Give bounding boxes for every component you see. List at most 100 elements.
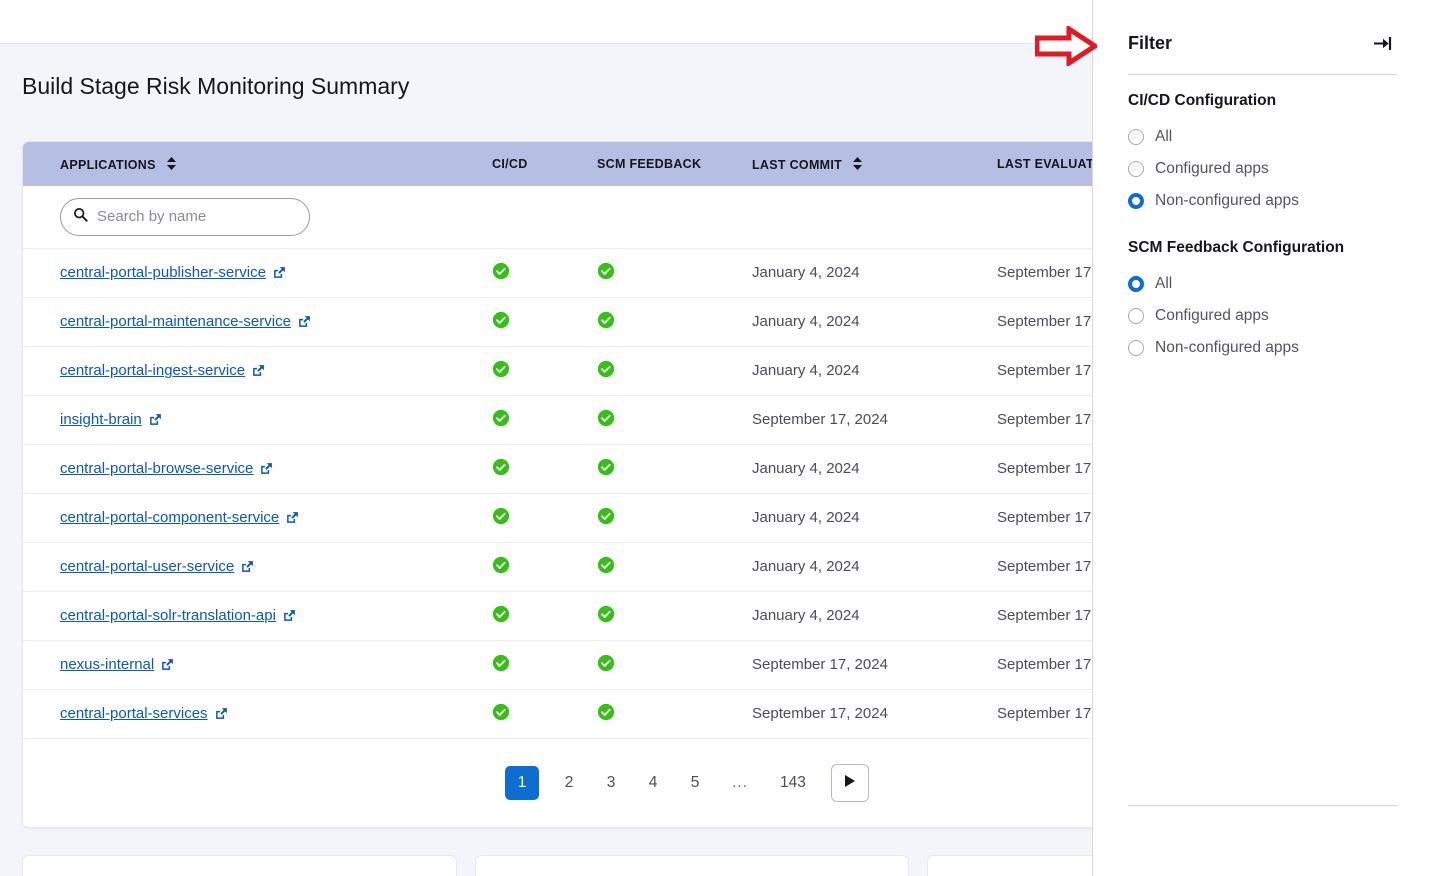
cell-application: nexus-internal bbox=[23, 640, 478, 690]
column-header-applications[interactable]: APPLICATIONS bbox=[23, 142, 478, 186]
table-row[interactable]: central-portal-user-service January 4, 2… bbox=[23, 542, 1092, 592]
external-link-icon[interactable] bbox=[241, 560, 254, 573]
pagination-page-1[interactable]: 1 bbox=[505, 765, 540, 800]
cell-last-evaluation: September 17, 2024 bbox=[983, 542, 1092, 592]
cell-last-evaluation: September 17, 2024 bbox=[983, 248, 1092, 298]
external-link-icon[interactable] bbox=[215, 707, 228, 720]
external-link-icon[interactable] bbox=[252, 364, 265, 377]
application-name: central-portal-ingest-service bbox=[60, 362, 246, 379]
external-link-icon[interactable] bbox=[298, 315, 311, 328]
collapse-panel-right-icon[interactable] bbox=[1371, 33, 1394, 54]
radio-label: All bbox=[1155, 128, 1173, 145]
table-row[interactable]: central-portal-services September 17, 20… bbox=[23, 689, 1092, 739]
column-header-last-evaluation: LAST EVALUATION bbox=[983, 142, 1092, 186]
cell-application: central-portal-user-service bbox=[23, 542, 478, 592]
radio-icon[interactable] bbox=[1128, 129, 1144, 145]
radio-icon-selected[interactable] bbox=[1128, 276, 1144, 292]
external-link-icon[interactable] bbox=[286, 511, 299, 524]
application-name: central-portal-component-service bbox=[60, 509, 280, 526]
cell-last-evaluation: September 17, 2024 bbox=[983, 689, 1092, 739]
column-header-last-commit[interactable]: LAST COMMIT bbox=[738, 142, 983, 186]
summary-card[interactable] bbox=[927, 855, 1092, 876]
pagination-page-4[interactable]: 4 bbox=[641, 766, 665, 800]
check-circle-icon bbox=[492, 703, 510, 721]
cell-scm-feedback-status bbox=[583, 297, 738, 347]
summary-card[interactable] bbox=[474, 855, 910, 876]
filter-section-scm-feedback: SCM Feedback Configuration All Configure… bbox=[1093, 239, 1432, 364]
application-link[interactable]: insight-brain bbox=[60, 411, 162, 428]
cell-cicd-status bbox=[478, 493, 583, 543]
pagination-page-2[interactable]: 2 bbox=[557, 766, 581, 800]
pagination-page-3[interactable]: 3 bbox=[599, 766, 623, 800]
table-row[interactable]: central-portal-solr-translation-api Janu… bbox=[23, 591, 1092, 641]
application-name: central-portal-publisher-service bbox=[60, 264, 266, 281]
table-row[interactable]: nexus-internal September 17, 2024 Septem… bbox=[23, 640, 1092, 690]
search-box[interactable] bbox=[60, 197, 310, 236]
application-link[interactable]: central-portal-ingest-service bbox=[60, 362, 265, 379]
application-link[interactable]: nexus-internal bbox=[60, 656, 174, 673]
pagination-page-143[interactable]: 143 bbox=[773, 766, 813, 800]
application-link[interactable]: central-portal-services bbox=[60, 705, 228, 722]
table-search-cell bbox=[23, 186, 1092, 249]
table-row[interactable]: central-portal-maintenance-service Janua… bbox=[23, 297, 1092, 347]
check-circle-icon bbox=[492, 458, 510, 476]
check-circle-icon bbox=[597, 262, 615, 280]
cell-application: central-portal-ingest-service bbox=[23, 346, 478, 396]
radio-cicd-all[interactable]: All bbox=[1128, 121, 1397, 153]
radio-cicd-non-configured-apps[interactable]: Non-configured apps bbox=[1128, 185, 1397, 217]
sort-icon[interactable] bbox=[852, 157, 863, 170]
filter-panel-title: Filter bbox=[1128, 33, 1173, 53]
check-circle-icon bbox=[597, 556, 615, 574]
external-link-icon[interactable] bbox=[283, 609, 296, 622]
cell-last-commit: January 4, 2024 bbox=[738, 542, 983, 592]
application-name: central-portal-solr-translation-api bbox=[60, 607, 276, 624]
check-circle-icon bbox=[597, 507, 615, 525]
external-link-icon[interactable] bbox=[273, 266, 286, 279]
application-link[interactable]: central-portal-publisher-service bbox=[60, 264, 286, 281]
application-link[interactable]: central-portal-browse-service bbox=[60, 460, 273, 477]
column-header-last-evaluation-label: LAST EVALUATION bbox=[997, 157, 1092, 171]
radio-icon[interactable] bbox=[1128, 161, 1144, 177]
cell-cicd-status bbox=[478, 297, 583, 347]
radio-scm-all[interactable]: All bbox=[1128, 268, 1397, 300]
column-header-scm-feedback: SCM FEEDBACK bbox=[583, 142, 738, 186]
cell-scm-feedback-status bbox=[583, 248, 738, 298]
radio-cicd-configured-apps[interactable]: Configured apps bbox=[1128, 153, 1397, 185]
sort-icon[interactable] bbox=[166, 157, 177, 170]
pagination-page-5[interactable]: 5 bbox=[683, 766, 707, 800]
check-circle-icon bbox=[597, 409, 615, 427]
radio-scm-non-configured-apps[interactable]: Non-configured apps bbox=[1128, 332, 1397, 364]
external-link-icon[interactable] bbox=[149, 413, 162, 426]
search-input[interactable] bbox=[97, 208, 297, 226]
cell-cicd-status bbox=[478, 689, 583, 739]
radio-scm-configured-apps[interactable]: Configured apps bbox=[1128, 300, 1397, 332]
external-link-icon[interactable] bbox=[161, 658, 174, 671]
table-row[interactable]: central-portal-component-service January… bbox=[23, 493, 1092, 543]
cell-cicd-status bbox=[478, 591, 583, 641]
application-link[interactable]: central-portal-user-service bbox=[60, 558, 254, 575]
external-link-icon[interactable] bbox=[260, 462, 273, 475]
main-content: Build Stage Risk Monitoring Summary APPL… bbox=[0, 44, 1092, 876]
table-row[interactable]: insight-brain September 17, 2024 Septemb… bbox=[23, 395, 1092, 445]
radio-label: Configured apps bbox=[1155, 160, 1269, 177]
column-header-last-commit-label: LAST COMMIT bbox=[752, 158, 843, 172]
radio-icon[interactable] bbox=[1128, 308, 1144, 324]
application-link[interactable]: central-portal-component-service bbox=[60, 509, 299, 526]
pagination-next-button[interactable] bbox=[830, 763, 869, 802]
application-link[interactable]: central-portal-maintenance-service bbox=[60, 313, 311, 330]
table-row[interactable]: central-portal-browse-service January 4,… bbox=[23, 444, 1092, 494]
radio-icon[interactable] bbox=[1128, 340, 1144, 356]
summary-cards-row bbox=[22, 855, 1092, 876]
check-circle-icon bbox=[597, 654, 615, 672]
application-link[interactable]: central-portal-solr-translation-api bbox=[60, 607, 296, 624]
check-circle-icon bbox=[597, 311, 615, 329]
radio-icon-selected[interactable] bbox=[1128, 193, 1144, 209]
cell-last-evaluation: September 17, 2024 bbox=[983, 297, 1092, 347]
application-name: central-portal-maintenance-service bbox=[60, 313, 291, 330]
pagination: 1 2 3 4 5 ... 143 bbox=[23, 738, 1092, 827]
table-row[interactable]: central-portal-publisher-service January… bbox=[23, 248, 1092, 298]
table-row[interactable]: central-portal-ingest-service January 4,… bbox=[23, 346, 1092, 396]
cell-last-commit: January 4, 2024 bbox=[738, 591, 983, 641]
cell-last-commit: January 4, 2024 bbox=[738, 297, 983, 347]
summary-card[interactable] bbox=[22, 855, 457, 876]
